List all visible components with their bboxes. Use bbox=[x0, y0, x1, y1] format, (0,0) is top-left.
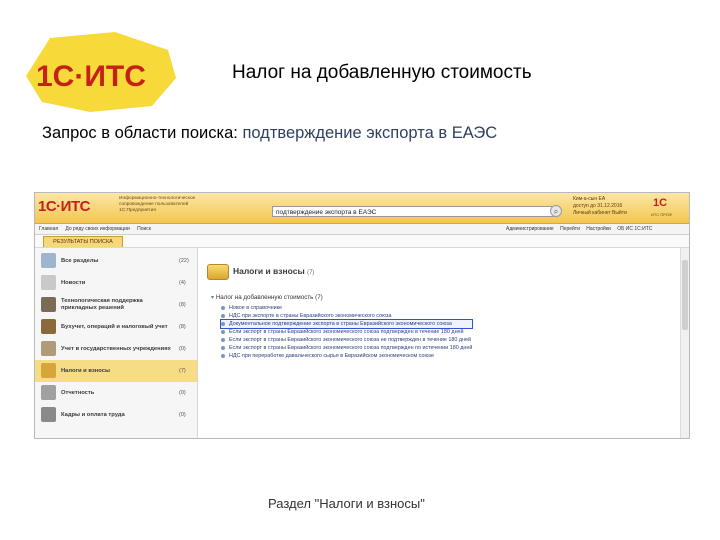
app-description: Информационно-технологическое сопровожде… bbox=[119, 196, 196, 213]
menu-item-about[interactable]: ОБ ИС 1С:ИТС bbox=[617, 226, 652, 232]
menu-item-settings[interactable]: Настройки bbox=[586, 226, 611, 232]
search-input[interactable]: подтверждение экспорта в ЕАЭС bbox=[272, 206, 557, 217]
newspaper-icon bbox=[41, 275, 56, 290]
document-link[interactable]: Если экспорт в страны Евразийского эконо… bbox=[221, 328, 472, 336]
user-name[interactable]: Ким-а-сын ЕА bbox=[573, 196, 627, 203]
menu-item-go[interactable]: Перейти bbox=[560, 226, 580, 232]
menu-item-search[interactable]: Поиск bbox=[137, 226, 151, 232]
menu-item-home[interactable]: Главная bbox=[39, 226, 58, 232]
its-prof-label: ИТС ПРОФ bbox=[651, 212, 672, 217]
gear-icon bbox=[41, 297, 56, 312]
section-title: Налоги и взносы (7) bbox=[233, 266, 315, 276]
query-prefix: Запрос в области поиска: bbox=[42, 124, 238, 142]
its-app-screenshot: 1С·ИТС Информационно-технологическое соп… bbox=[34, 192, 690, 439]
coins-folder-icon bbox=[207, 264, 229, 280]
document-list: Новое в справочнике НДС при экспорте в с… bbox=[219, 304, 474, 360]
scrollbar-thumb[interactable] bbox=[682, 260, 688, 330]
collapse-arrow-icon[interactable]: ▾ bbox=[211, 294, 214, 301]
document-link[interactable]: НДС при переработке давальческого сырья … bbox=[221, 352, 472, 360]
sidebar-item-taxes[interactable]: Налоги и взносы (7) bbox=[35, 360, 197, 382]
report-icon bbox=[41, 385, 56, 400]
its-prof-logo: 1С bbox=[653, 197, 668, 209]
building-icon bbox=[41, 341, 56, 356]
tab-search-results[interactable]: РЕЗУЛЬТАТЫ ПОИСКА bbox=[43, 236, 123, 247]
search-query-line: Запрос в области поиска: подтверждение э… bbox=[42, 124, 497, 143]
tab-bar: РЕЗУЛЬТАТЫ ПОИСКА bbox=[35, 235, 689, 248]
sidebar: Все разделы (22) Новости (4) Технологиче… bbox=[35, 248, 198, 438]
sidebar-item-tech-support[interactable]: Технологическая поддержка прикладных реш… bbox=[35, 294, 197, 316]
sidebar-item-reporting[interactable]: Отчетность (0) bbox=[35, 382, 197, 404]
tree-node-vat[interactable]: ▾ Налог на добавленную стоимость (7) bbox=[211, 294, 323, 301]
scrollbar[interactable] bbox=[680, 248, 689, 438]
app-header: 1С·ИТС Информационно-технологическое соп… bbox=[35, 193, 689, 224]
logo-text: 1С·ИТС bbox=[36, 60, 146, 93]
its-logo: 1С·ИТС bbox=[26, 32, 176, 112]
user-links[interactable]: Личный кабинет Выйти bbox=[573, 210, 627, 217]
slide-caption: Раздел "Налоги и взносы" bbox=[268, 496, 425, 511]
menu-item-admin[interactable]: Администрирование bbox=[506, 226, 554, 232]
coins-icon bbox=[41, 363, 56, 378]
sidebar-item-all-sections[interactable]: Все разделы (22) bbox=[35, 250, 197, 272]
sidebar-item-hr-payroll[interactable]: Кадры и оплата труда (0) bbox=[35, 404, 197, 426]
document-link[interactable]: Если экспорт в страны Евразийского эконо… bbox=[221, 336, 472, 344]
query-value: подтверждение экспорта в ЕАЭС bbox=[242, 124, 498, 142]
document-link[interactable]: Новое в справочнике bbox=[221, 304, 472, 312]
document-link[interactable]: Если экспорт в страны Евразийского эконо… bbox=[221, 344, 472, 352]
sidebar-item-news[interactable]: Новости (4) bbox=[35, 272, 197, 294]
menu-item-info[interactable]: До ряду своих информации bbox=[65, 226, 129, 232]
results-panel: Налоги и взносы (7) ▾ Налог на добавленн… bbox=[199, 248, 689, 438]
document-link-highlighted[interactable]: Документальное подтверждение экспорта в … bbox=[219, 319, 474, 329]
access-date: доступ до 31.12.2016 bbox=[573, 203, 623, 209]
user-info: Ким-а-сын ЕА доступ до 31.12.2016 Личный… bbox=[573, 196, 627, 217]
sidebar-item-gov-accounting[interactable]: Учет в государственных учреждениях (0) bbox=[35, 338, 197, 360]
magnifier-icon bbox=[41, 253, 56, 268]
app-logo[interactable]: 1С·ИТС bbox=[38, 198, 90, 215]
document-link[interactable]: НДС при экспорте в страны Евразийского э… bbox=[221, 312, 472, 320]
ledger-icon bbox=[41, 319, 56, 334]
slide-title: Налог на добавленную стоимость bbox=[232, 62, 532, 83]
search-button[interactable]: ⌕ bbox=[550, 205, 562, 217]
people-icon bbox=[41, 407, 56, 422]
sidebar-item-accounting[interactable]: Бухучет, операций и налоговый учет (8) bbox=[35, 316, 197, 338]
menu-bar: Главная До ряду своих информации Поиск А… bbox=[35, 224, 689, 235]
